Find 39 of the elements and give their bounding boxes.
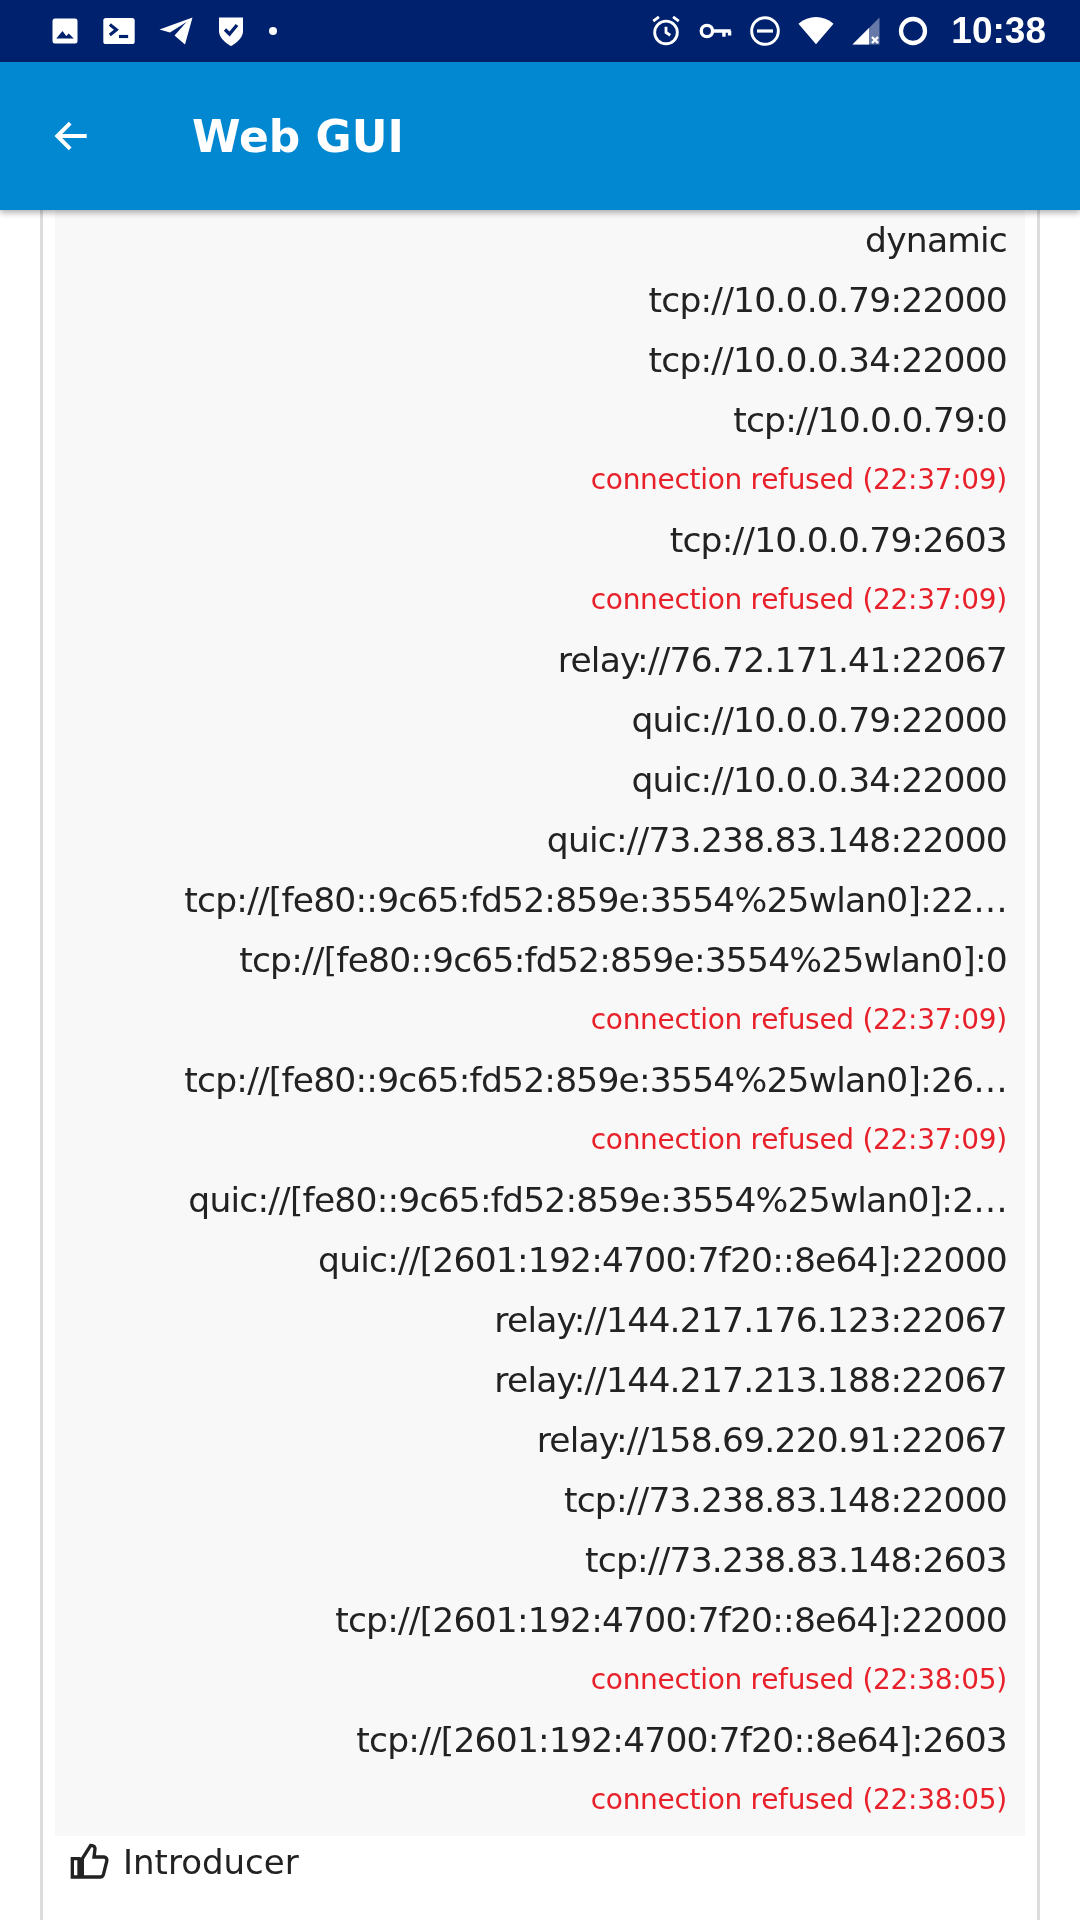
dot-icon: [268, 26, 278, 36]
paper-plane-icon: [158, 16, 194, 46]
address-text: tcp://73.238.83.148:22000: [563, 1479, 1007, 1522]
address-text: tcp://[2601:192:4700:7f20::8e64]:22000: [335, 1599, 1007, 1642]
address-text: quic://[fe80::9c65:fd52:859e:3554%25wlan0]:2…: [188, 1179, 1007, 1222]
clock-time: 10:38: [951, 10, 1046, 52]
address-text: tcp://73.238.83.148:2603: [585, 1539, 1007, 1582]
error-message: connection refused (22:38:05): [590, 1782, 1007, 1818]
address-text: tcp://[fe80::9c65:fd52:859e:3554%25wlan0]:26…: [184, 1059, 1007, 1102]
error-message: connection refused (22:37:09): [590, 462, 1007, 498]
address-text: tcp://10.0.0.34:22000: [648, 339, 1007, 382]
error-message: connection refused (22:37:09): [590, 1002, 1007, 1038]
image-icon: [50, 16, 80, 46]
address-text: relay://144.217.176.123:22067: [494, 1299, 1007, 1342]
error-message: connection refused (22:37:09): [590, 1122, 1007, 1158]
address-text: tcp://10.0.0.79:22000: [648, 279, 1007, 322]
error-message: connection refused (22:38:05): [590, 1662, 1007, 1698]
error-message: connection refused (22:37:09): [590, 582, 1007, 618]
address-text: tcp://10.0.0.79:0: [733, 399, 1007, 442]
page-title: Web GUI: [192, 110, 404, 162]
address-text: quic://10.0.0.79:22000: [631, 699, 1007, 742]
address-text: tcp://[fe80::9c65:fd52:859e:3554%25wlan0]:0: [239, 939, 1007, 982]
wifi-icon: [797, 16, 836, 46]
terminal-icon: [102, 16, 136, 46]
battery-ring-icon: [897, 15, 930, 47]
address-text: tcp://10.0.0.79:2603: [669, 519, 1007, 562]
do-not-disturb-icon: [749, 15, 782, 47]
introducer-label: Introducer: [123, 1842, 299, 1882]
address-text: tcp://[fe80::9c65:fd52:859e:3554%25wlan0]:22…: [184, 879, 1007, 922]
address-text: quic://10.0.0.34:22000: [631, 759, 1007, 802]
address-text: relay://144.217.213.188:22067: [494, 1359, 1007, 1402]
thumbs-up-icon: [69, 1842, 109, 1882]
signal-icon: [851, 16, 882, 46]
address-text: relay://76.72.171.41:22067: [557, 639, 1007, 682]
address-text: tcp://[2601:192:4700:7f20::8e64]:2603: [356, 1719, 1007, 1762]
address-text: quic://73.238.83.148:22000: [546, 819, 1007, 862]
address-text: relay://158.69.220.91:22067: [536, 1419, 1007, 1462]
address-text: dynamic: [865, 219, 1007, 262]
address-text: quic://[2601:192:4700:7f20::8e64]:22000: [318, 1239, 1007, 1282]
